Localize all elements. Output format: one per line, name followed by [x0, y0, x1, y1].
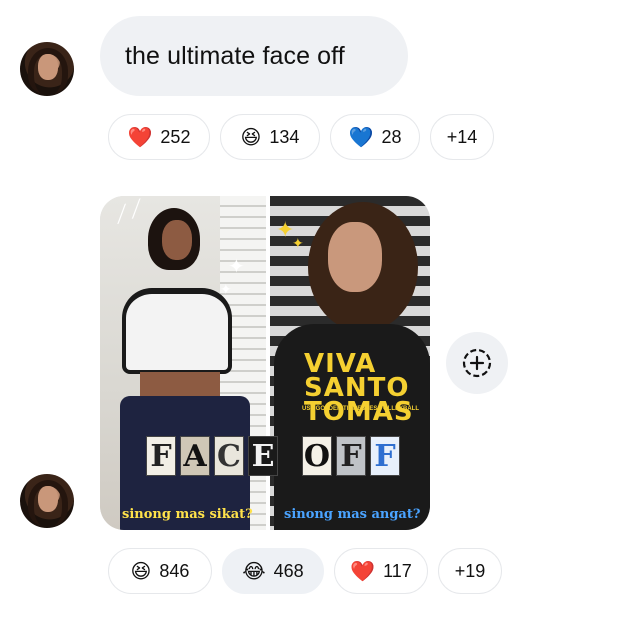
- person-left-face: [162, 220, 192, 260]
- reaction-count: 846: [159, 560, 190, 581]
- letter-tile: F: [146, 436, 176, 476]
- letter-tile: E: [248, 436, 278, 476]
- message-bubble[interactable]: the ultimate face off: [100, 16, 408, 96]
- reactions-row: ❤️ 252 😆 134 💙 28 +14: [108, 114, 494, 160]
- add-circle-icon: [462, 348, 492, 378]
- shirt-subprint: UST GOLDEN TIGRESSES VOLLEYBALL: [302, 406, 420, 412]
- letter-tile: A: [180, 436, 210, 476]
- image-left-photo: ⟋⟋ ✦ ✦: [100, 196, 268, 530]
- more-reactions-count: +14: [446, 126, 478, 147]
- more-reactions-count: +19: [454, 560, 486, 581]
- avatar-face: [38, 54, 58, 80]
- blue-heart-emoji-icon: 💙: [348, 125, 374, 149]
- face-off-title: F A C E O F F: [146, 436, 400, 476]
- tears-of-joy-emoji-icon: 😂: [242, 559, 266, 583]
- sender-avatar[interactable]: [20, 42, 74, 96]
- letter-tile: F: [336, 436, 366, 476]
- reactions-row: 😆 846 😂 468 ❤️ 117 +19: [108, 548, 502, 594]
- reaction-laughing[interactable]: 😆 134: [220, 114, 320, 160]
- sparkle-icon: ✦: [292, 236, 304, 252]
- reaction-red-heart[interactable]: ❤️ 117: [334, 548, 428, 594]
- laughing-face-emoji-icon: 😆: [130, 559, 152, 583]
- sender-avatar[interactable]: [20, 474, 74, 528]
- reaction-count: 28: [381, 126, 402, 147]
- sparkle-icon: ✦: [220, 282, 232, 298]
- reaction-count: 117: [383, 560, 412, 581]
- shirt-print: VIVA SANTO TOMAS: [304, 349, 414, 427]
- reaction-count: 134: [269, 126, 300, 147]
- reaction-blue-heart[interactable]: 💙 28: [330, 114, 420, 160]
- message-image[interactable]: ⟋⟋ ✦ ✦ VIVA SANTO TOMAS UST GOLDEN TIGRE…: [100, 196, 430, 530]
- more-reactions-button[interactable]: +19: [438, 548, 502, 594]
- red-heart-emoji-icon: ❤️: [127, 125, 153, 149]
- caption-left: sinong mas sikat?: [122, 507, 253, 522]
- letter-tile: O: [302, 436, 332, 476]
- accent-lines-icon: ⟋⟋: [110, 196, 149, 230]
- sparkle-icon: ✦: [228, 254, 245, 278]
- more-reactions-button[interactable]: +14: [430, 114, 494, 160]
- add-reaction-button[interactable]: [446, 332, 508, 394]
- caption-right: sinong mas angat?: [284, 507, 421, 522]
- person-right-face: [328, 222, 382, 292]
- reaction-count: 468: [273, 560, 304, 581]
- image-right-photo: VIVA SANTO TOMAS UST GOLDEN TIGRESSES VO…: [268, 196, 430, 530]
- reaction-laughing[interactable]: 😆 846: [108, 548, 212, 594]
- image-divider: [266, 196, 270, 530]
- letter-tile: F: [370, 436, 400, 476]
- reaction-tears-of-joy[interactable]: 😂 468: [222, 548, 324, 594]
- letter-tile: C: [214, 436, 244, 476]
- person-left-top: [122, 288, 232, 374]
- avatar-face: [38, 486, 58, 512]
- red-heart-emoji-icon: ❤️: [350, 559, 376, 583]
- laughing-face-emoji-icon: 😆: [240, 125, 262, 149]
- reaction-red-heart[interactable]: ❤️ 252: [108, 114, 210, 160]
- reaction-count: 252: [160, 126, 191, 147]
- message-text: the ultimate face off: [125, 41, 345, 70]
